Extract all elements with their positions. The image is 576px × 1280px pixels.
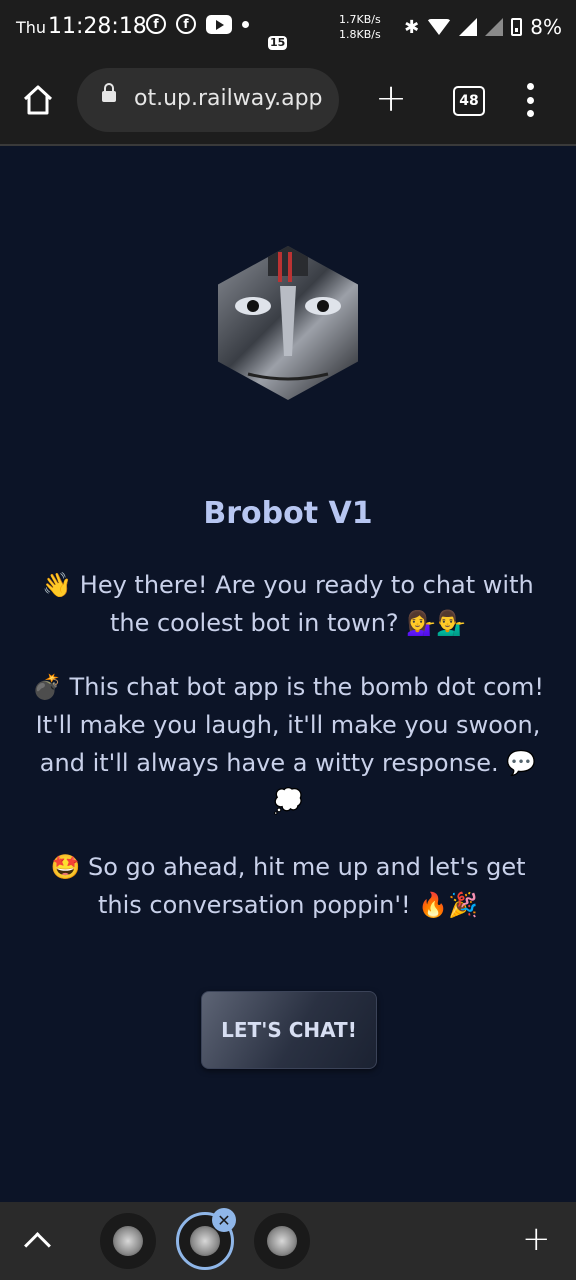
wifi-icon (427, 19, 452, 35)
new-tab-button[interactable]: + (374, 79, 408, 117)
close-tab-icon[interactable]: ✕ (212, 1208, 236, 1232)
network-speed: 1.7KB/s 1.8KB/s (339, 12, 381, 42)
chevron-up-icon[interactable] (24, 1232, 51, 1259)
net-down: 1.8KB/s (339, 28, 381, 41)
page-title: Brobot V1 (203, 496, 373, 531)
signal-icon (485, 18, 504, 36)
address-bar[interactable]: ot.up.railway.app (77, 68, 339, 132)
tab-thumbnail[interactable] (100, 1213, 156, 1269)
tab-favicon (113, 1226, 143, 1256)
status-time: 11:28:18 (48, 14, 147, 39)
battery-icon (511, 18, 523, 36)
page-content: Brobot V1 👋 Hey there! Are you ready to … (0, 146, 576, 1202)
facebook-icon: f (146, 14, 166, 34)
status-bar: Thu 11:28:18 f f 15 1.7KB/s 1.8KB/s ✱ 8% (0, 0, 576, 58)
lets-chat-button[interactable]: LET'S CHAT! (201, 991, 377, 1069)
description-paragraph: 💣 This chat bot app is the bomb dot com!… (32, 673, 544, 815)
add-tab-button[interactable]: + (522, 1222, 551, 1256)
tab-strip: ✕ + (0, 1202, 576, 1280)
tab-favicon (267, 1226, 297, 1256)
net-up: 1.7KB/s (339, 13, 381, 26)
intro-paragraph: 👋 Hey there! Are you ready to chat with … (42, 571, 534, 637)
bluetooth-icon: ✱ (404, 16, 420, 38)
signal-icon (459, 18, 478, 36)
notification-icons: f f (146, 14, 249, 34)
robot-avatar-image (218, 246, 358, 400)
youtube-icon (206, 14, 232, 34)
tab-thumbnail[interactable] (254, 1213, 310, 1269)
tab-favicon (190, 1226, 220, 1256)
facebook-icon: f (176, 14, 196, 34)
status-day: Thu (16, 18, 47, 37)
lock-icon (102, 83, 116, 102)
system-icons: ✱ 8% (404, 15, 562, 39)
more-notifications-icon (242, 20, 249, 28)
battery-level: 8% (530, 15, 562, 39)
cta-paragraph: 🤩 So go ahead, hit me up and let's get t… (50, 853, 526, 919)
notification-badge: 15 (268, 36, 288, 50)
url-text: ot.up.railway.app (134, 86, 323, 111)
browser-toolbar: ot.up.railway.app + 48 (0, 58, 576, 146)
home-icon[interactable] (22, 84, 54, 116)
menu-icon[interactable] (524, 83, 536, 117)
tabs-switcher-button[interactable]: 48 (453, 86, 485, 116)
